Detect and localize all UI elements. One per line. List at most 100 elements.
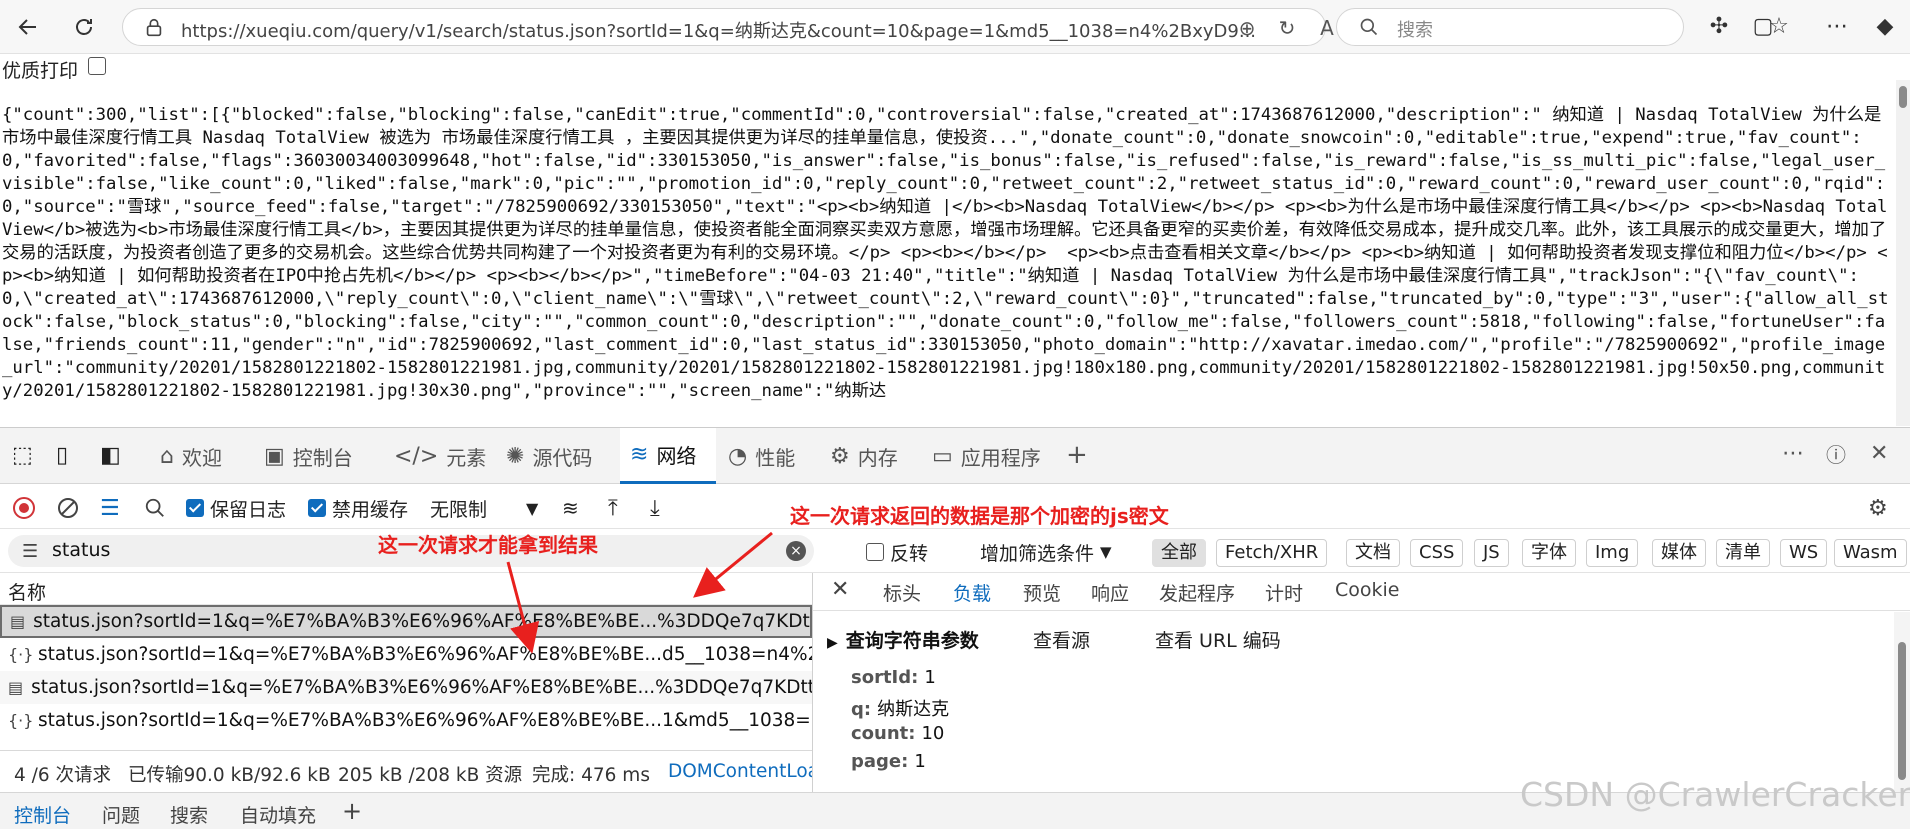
url-text[interactable]: https://xueqiu.com/query/v1/search/statu…: [181, 17, 1256, 43]
pretty-print-label: 优质打印: [2, 60, 79, 82]
summary-domcontentloaded[interactable]: DOMContentLoa: [668, 761, 812, 782]
record-icon[interactable]: [12, 495, 36, 521]
page-scroll-thumb[interactable]: [1899, 86, 1907, 108]
view-url-encoded-link[interactable]: 查看 URL 编码: [1155, 626, 1281, 653]
address-bar[interactable]: https://xueqiu.com/query/v1/search/statu…: [122, 8, 1376, 46]
detail-scroll-thumb[interactable]: [1898, 642, 1906, 780]
clear-icon[interactable]: [56, 495, 80, 521]
home-icon: ⌂: [160, 443, 174, 469]
drawer-tab-autofill[interactable]: 自动填充: [240, 801, 316, 828]
tab-application[interactable]: ▭ 应用程序: [932, 428, 1062, 484]
chevron-down-icon: ▼: [1100, 543, 1112, 561]
throttle-select[interactable]: 无限制: [430, 495, 487, 521]
chevron-down-icon[interactable]: ▼: [526, 495, 538, 521]
translate-icon[interactable]: ↻: [1275, 16, 1299, 40]
favorites-icon[interactable]: ☆: [1764, 12, 1794, 42]
document-icon: ▤: [8, 678, 24, 697]
more-menu-icon[interactable]: ⋯: [1822, 12, 1852, 42]
devtools-more-icon[interactable]: ⋯: [1782, 440, 1804, 466]
browser-toolbar: https://xueqiu.com/query/v1/search/statu…: [0, 0, 1910, 54]
invert-toggle[interactable]: 反转: [866, 539, 928, 565]
tab-console[interactable]: ▣ 控制台: [264, 428, 388, 484]
detail-tab-timing[interactable]: 计时: [1265, 579, 1303, 606]
watermark: CSDN @CrawlerCracker: [1520, 775, 1910, 814]
filter-settings-icon[interactable]: ☰: [100, 495, 120, 521]
export-har-icon[interactable]: ⤓: [650, 495, 660, 521]
preserve-log-toggle[interactable]: 保留日志: [186, 495, 286, 521]
close-detail-icon[interactable]: ✕: [831, 577, 849, 602]
request-row-3[interactable]: ▤ status.json?sortId=1&q=%E7%BA%B3%E6%96…: [0, 671, 812, 704]
detail-tab-cookie[interactable]: Cookie: [1335, 579, 1400, 601]
extensions-icon[interactable]: ✣: [1704, 12, 1734, 42]
tab-elements[interactable]: </> 元素: [394, 428, 498, 484]
summary-transferred: 已传输90.0 kB/92.6 kB: [128, 765, 331, 786]
invert-checkbox[interactable]: [866, 543, 884, 561]
disable-cache-checkbox[interactable]: [308, 499, 326, 517]
filter-chip[interactable]: Wasm: [1834, 539, 1907, 567]
filter-chip[interactable]: Img: [1586, 539, 1639, 567]
clear-filter-icon[interactable]: ×: [786, 541, 806, 561]
filter-value[interactable]: status: [52, 539, 110, 561]
add-drawer-tab-icon[interactable]: +: [342, 797, 362, 825]
filter-chip[interactable]: 清单: [1716, 539, 1770, 567]
filter-chip[interactable]: CSS: [1410, 539, 1464, 567]
tab-performance[interactable]: ◔ 性能: [728, 428, 820, 484]
device-emulation-icon[interactable]: ▯: [56, 442, 68, 468]
drawer-tab-issues[interactable]: 问题: [102, 801, 140, 828]
add-tab-icon[interactable]: +: [1066, 440, 1088, 470]
search-placeholder: 搜索: [1397, 20, 1433, 41]
pretty-print-bar: 优质打印: [0, 54, 1910, 84]
detail-tab-payload[interactable]: 负载: [946, 579, 998, 615]
preserve-log-checkbox[interactable]: [186, 499, 204, 517]
xhr-icon: {·}: [8, 645, 34, 664]
tab-network[interactable]: ≋ 网络: [620, 428, 716, 484]
search-input[interactable]: 搜索: [1336, 8, 1684, 46]
network-conditions-icon[interactable]: ≋: [562, 495, 579, 521]
request-row-2[interactable]: {·} status.json?sortId=1&q=%E7%BA%B3%E6%…: [0, 638, 812, 671]
tab-memory[interactable]: ⚙ 内存: [830, 428, 922, 484]
search-network-icon[interactable]: [144, 495, 166, 521]
filter-chip[interactable]: JS: [1474, 539, 1509, 567]
dock-icon[interactable]: ◧: [100, 442, 121, 468]
view-source-link[interactable]: 查看源: [1033, 626, 1090, 653]
detail-tab-initiator[interactable]: 发起程序: [1159, 579, 1235, 606]
query-params-section[interactable]: ▶ 查询字符串参数: [827, 626, 979, 653]
gauge-icon: ◔: [728, 443, 748, 469]
filter-chip[interactable]: 字体: [1522, 539, 1576, 567]
filter-chip[interactable]: 媒体: [1652, 539, 1706, 567]
filter-chip[interactable]: WS: [1780, 539, 1828, 567]
console-icon: ▣: [264, 443, 285, 469]
import-har-icon[interactable]: ⤒: [608, 495, 618, 521]
back-button[interactable]: [10, 9, 46, 45]
disable-cache-toggle[interactable]: 禁用缓存: [308, 495, 408, 521]
close-devtools-icon[interactable]: ✕: [1870, 440, 1888, 466]
request-row-1[interactable]: ▤ status.json?sortId=1&q=%E7%BA%B3%E6%96…: [0, 605, 812, 638]
copilot-icon[interactable]: ◆: [1870, 12, 1900, 42]
page-scrollbar[interactable]: [1896, 80, 1910, 426]
column-name-header[interactable]: 名称: [8, 578, 46, 605]
tab-console-label: 控制台: [292, 445, 353, 470]
devtools-panel: ⬚ ▯ ◧ ⌂ 欢迎 ▣ 控制台 </> 元素 ✺ 源代码 ≋ 网络 ◔ 性能 …: [0, 427, 1910, 829]
network-settings-icon[interactable]: ⚙: [1868, 495, 1888, 521]
drawer-tab-console[interactable]: 控制台: [14, 801, 71, 828]
request-name: status.json?sortId=1&q=%E7%BA%B3%E6%96%A…: [33, 611, 812, 632]
tab-sources[interactable]: ✺ 源代码: [506, 428, 618, 484]
drawer-tab-search[interactable]: 搜索: [170, 801, 208, 828]
pretty-print-checkbox[interactable]: [88, 57, 106, 75]
detail-tab-headers[interactable]: 标头: [883, 579, 921, 606]
tab-welcome[interactable]: ⌂ 欢迎: [156, 428, 264, 484]
filter-chip[interactable]: Fetch/XHR: [1216, 539, 1328, 567]
help-icon[interactable]: ⓘ: [1826, 440, 1846, 467]
arrow-left-icon: [18, 19, 36, 35]
zoom-icon[interactable]: ⊕: [1235, 16, 1259, 40]
request-row-4[interactable]: {·} status.json?sortId=1&q=%E7%BA%B3%E6%…: [0, 704, 812, 737]
detail-scrollbar[interactable]: [1894, 612, 1910, 792]
detail-tab-response[interactable]: 响应: [1091, 579, 1129, 606]
filter-chip[interactable]: 全部: [1152, 539, 1206, 567]
detail-tab-preview[interactable]: 预览: [1023, 579, 1061, 606]
refresh-button[interactable]: [66, 9, 102, 45]
inspect-icon[interactable]: ⬚: [12, 442, 33, 468]
more-filters-dropdown[interactable]: 增加筛选条件 ▼: [980, 539, 1112, 565]
filter-chip[interactable]: 文档: [1346, 539, 1400, 567]
summary-resources: 205 kB /208 kB 资源: [338, 765, 523, 786]
